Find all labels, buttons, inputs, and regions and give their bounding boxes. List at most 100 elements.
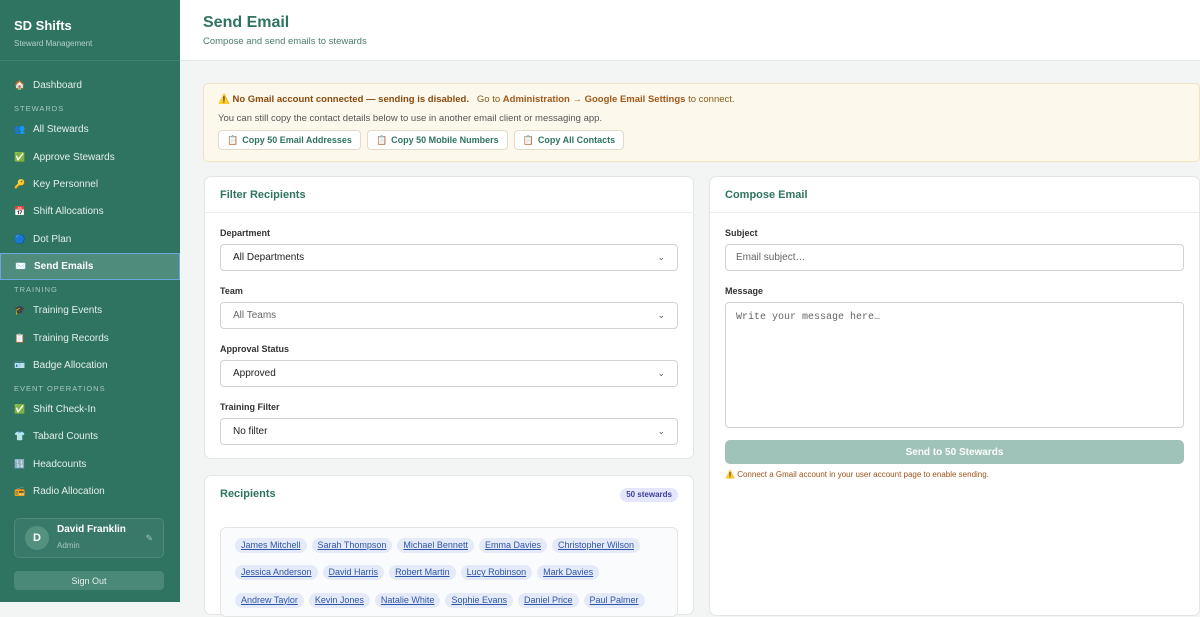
nav-dot-plan[interactable]: 🔵 Dot Plan [0,225,180,252]
clipboard-icon: 📋 [375,134,388,145]
page-title: Send Email [203,14,290,31]
nav-training-records[interactable]: 📋 Training Records [0,324,180,351]
recipient-chip[interactable]: Daniel Price [517,592,579,608]
compose-card: Compose Email Subject Email subject… Mes… [709,176,1200,616]
nav-training-events[interactable]: 🎓 Training Events [0,297,180,324]
send-button[interactable]: Send to 50 Stewards [725,440,1184,464]
nav-label: Radio Allocation [33,486,105,497]
check-icon: ✅ [14,151,26,162]
suffix-text: to connect. [688,94,735,105]
recipient-chip[interactable]: Lucy Robinson [460,565,533,581]
graduation-cap-icon: 🎓 [14,305,26,316]
button-label: Copy 50 Mobile Numbers [391,135,499,145]
compose-title: Compose Email [725,189,808,201]
section-stewards: STEWARDS [14,104,65,114]
recipient-chip[interactable]: Sarah Thompson [311,538,393,553]
page-header: Send Email Compose and send emails to st… [180,0,1200,61]
subject-input[interactable]: Email subject… [725,244,1184,271]
recipient-chip[interactable]: Natalie White [374,592,441,608]
filter-title: Filter Recipients [220,189,306,201]
filter-card: Filter Recipients Department All Departm… [204,176,694,459]
clipboard-icon: 📋 [14,332,26,343]
user-card[interactable]: D David Franklin Admin ✎ [14,518,164,558]
nav-label: Tabard Counts [33,431,99,443]
clipboard-icon: 📋 [227,134,239,145]
chevron-down-icon: ⌄ [657,426,665,436]
send-warning-text: Connect a Gmail account in your user acc… [737,470,989,479]
nav-approve-stewards[interactable]: ✅ Approve Stewards [0,144,180,171]
sidebar: SD Shifts Steward Management 🏠 Dashboard … [0,0,180,602]
recipient-list: James Mitchell Sarah Thompson Michael Benn… [220,527,678,617]
nav-label: Shift Check-In [33,404,96,416]
nav-label: Key Personnel [33,179,99,191]
gmail-warning-banner: ⚠️ No Gmail account connected — sending … [203,83,1200,162]
copy-mobiles-button[interactable]: 📋 Copy 50 Mobile Numbers [366,130,508,150]
button-label: Copy All Contacts [537,135,616,145]
recipient-chip[interactable]: Emma Davies [478,538,547,553]
recipient-chip[interactable]: Christopher Wilson [551,538,640,553]
shirt-icon: 👕 [14,431,26,442]
team-select[interactable]: All Teams ⌄ [220,302,678,329]
nav-tabard-counts[interactable]: 👕 Tabard Counts [0,423,180,450]
nav-label: Training Records [33,332,109,344]
nav-shift-check-in[interactable]: ✅ Shift Check-In [0,396,180,423]
recipient-chip[interactable]: Kevin Jones [308,592,370,608]
nav-send-emails[interactable]: ✉️ Send Emails [0,252,180,281]
sign-out-button[interactable]: Sign Out [14,571,164,590]
nav-label: Send Emails [34,260,94,272]
nav-label: All Stewards [33,124,89,136]
clipboard-icon: 📋 [522,134,534,145]
recipient-chip[interactable]: Andrew Taylor [235,592,304,608]
department-label: Department [220,228,271,238]
nav-radio-allocation[interactable]: 📻 Radio Allocation [0,478,180,505]
training-filter-select[interactable]: No filter ⌄ [220,418,678,445]
chevron-down-icon: ⌄ [657,310,665,320]
nav-all-stewards[interactable]: 👥 All Stewards [0,116,180,143]
copy-all-contacts-button[interactable]: 📋 Copy All Contacts [513,130,625,150]
copy-emails-button[interactable]: 📋 Copy 50 Email Addresses [218,130,361,150]
nav-headcounts[interactable]: 🔢 Headcounts [0,451,180,478]
recipient-chip[interactable]: David Harris [322,565,385,581]
avatar: D [25,526,49,550]
nav-label: Dot Plan [33,233,72,245]
recipient-count-badge: 50 stewards [620,488,678,502]
recipient-chip[interactable]: Jessica Anderson [235,565,318,581]
warning-text: No Gmail account connected — sending is … [232,94,469,105]
recipient-chip[interactable]: Mark Davies [537,565,600,581]
brand: SD Shifts Steward Management [0,0,180,61]
warning-icon: ⚠️ [218,94,230,105]
nav-label: Dashboard [33,80,82,92]
numbers-icon: 🔢 [14,458,26,469]
nav-shift-allocations[interactable]: 📅 Shift Allocations [0,198,180,225]
nav-dashboard[interactable]: 🏠 Dashboard [0,72,180,99]
page-subtitle: Compose and send emails to stewards [203,36,367,47]
recipient-chip[interactable]: Sophie Evans [445,592,513,608]
recipient-chip[interactable]: James Mitchell [235,538,307,553]
key-icon: 🔑 [14,179,26,190]
nav: 🏠 Dashboard STEWARDS 👥 All Stewards ✅ Appro… [0,61,180,505]
user-role: Admin [57,540,80,550]
subject-label: Subject [725,228,758,238]
goto-text: Go to [476,94,501,105]
message-label: Message [725,286,764,296]
admin-settings-link[interactable]: Administration → Google Email Settings [503,94,686,105]
house-icon: 🏠 [14,80,26,91]
recipient-chip[interactable]: Robert Martin [389,565,456,581]
message-textarea[interactable]: Write your message here… [725,302,1184,428]
department-select[interactable]: All Departments ⌄ [220,244,678,271]
warning-icon: ⚠️ [725,470,735,479]
pencil-icon[interactable]: ✎ [145,533,153,544]
team-label: Team [220,286,243,296]
recipients-card: Recipients 50 stewards James Mitchell Sara… [204,475,694,617]
training-filter-label: Training Filter [220,402,280,412]
select-value: All Departments [233,252,305,263]
button-label: Copy 50 Email Addresses [242,135,352,145]
select-value: Approved [233,368,276,379]
approval-status-select[interactable]: Approved ⌄ [220,360,678,387]
recipient-chip[interactable]: Paul Palmer [583,592,645,608]
nav-key-personnel[interactable]: 🔑 Key Personnel [0,171,180,198]
recipient-chip[interactable]: Michael Bennett [397,538,474,553]
nav-badge-allocation[interactable]: 🪪 Badge Allocation [0,352,180,379]
section-training: TRAINING [14,285,58,295]
check-icon: ✅ [14,404,26,415]
